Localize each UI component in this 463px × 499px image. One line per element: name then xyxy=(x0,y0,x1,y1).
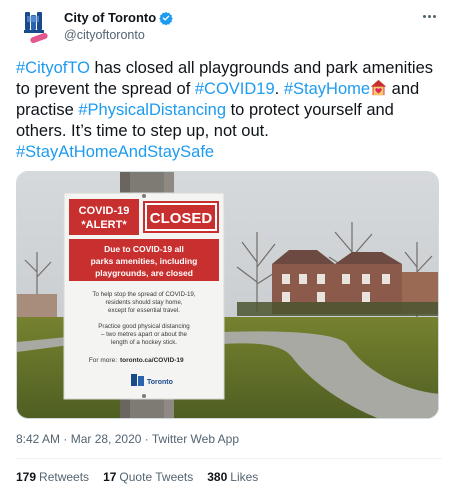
tweet-stats: 179 Retweets 17 Quote Tweets 380 Likes xyxy=(16,470,258,484)
tweet-meta: 8:42 AM · Mar 28, 2020 · Twitter Web App xyxy=(16,432,240,446)
verified-badge-icon xyxy=(159,11,173,25)
hashtag-link[interactable]: #CityofTO xyxy=(16,59,90,77)
sign-body2-line2: – two metres apart or about the xyxy=(101,331,188,338)
avatar[interactable] xyxy=(16,6,56,46)
sign-banner-line2: parks amenities, including xyxy=(91,256,198,266)
author-block: City of Toronto @cityoftoronto xyxy=(64,10,173,42)
tweet-time[interactable]: 8:42 AM xyxy=(16,432,60,446)
sign-alert-line2: *ALERT* xyxy=(81,219,127,231)
hashtag-link[interactable]: #StayHome xyxy=(284,80,370,98)
likes-stat[interactable]: 380 Likes xyxy=(207,470,258,484)
tweet-text: #CityofTO has closed all playgrounds and… xyxy=(16,58,436,163)
sign-more-link: toronto.ca/COVID-19 xyxy=(120,357,184,364)
retweets-stat[interactable]: 179 Retweets xyxy=(16,470,89,484)
divider xyxy=(16,458,442,459)
sign-alert-line1: COVID-19 xyxy=(79,205,130,217)
display-name[interactable]: City of Toronto xyxy=(64,10,156,25)
hashtag-link[interactable]: #COVID19 xyxy=(195,80,275,98)
sign-logo-text: Toronto xyxy=(147,379,173,386)
sign-more-label: For more: xyxy=(89,357,117,364)
tweet-date[interactable]: Mar 28, 2020 xyxy=(71,432,142,446)
tweet-card: City of Toronto @cityoftoronto #CityofTO… xyxy=(0,0,463,499)
hashtag-link[interactable]: #PhysicalDistancing xyxy=(78,101,226,119)
more-options-icon[interactable] xyxy=(423,10,441,22)
park-sign-photo: COVID-19 *ALERT* CLOSED Due to COVID-19 … xyxy=(17,172,438,418)
sign-body1-line3: except for essential travel. xyxy=(108,307,180,314)
sign-closed: CLOSED xyxy=(150,210,213,227)
sign-banner-line3: playgrounds, are closed xyxy=(95,268,193,278)
hashtag-link[interactable]: #StayAtHomeAndStaySafe xyxy=(16,143,214,161)
closure-sign: COVID-19 *ALERT* CLOSED Due to COVID-19 … xyxy=(63,192,225,400)
sign-banner-line1: Due to COVID-19 all xyxy=(104,244,184,254)
tweet-photo[interactable]: COVID-19 *ALERT* CLOSED Due to COVID-19 … xyxy=(16,171,439,419)
quote-tweets-stat[interactable]: 17 Quote Tweets xyxy=(103,470,193,484)
tweet-text-span: . xyxy=(274,80,284,98)
house-with-heart-icon xyxy=(370,79,387,96)
handle[interactable]: @cityoftoronto xyxy=(64,28,173,42)
sign-body1-line1: To help stop the spread of COVID-19, xyxy=(92,291,195,298)
sign-body2-line1: Practice good physical distancing xyxy=(98,323,190,330)
sign-body2-line3: length of a hockey stick. xyxy=(111,339,177,346)
tweet-source[interactable]: Twitter Web App xyxy=(152,432,239,446)
sign-body1-line2: residents should stay home, xyxy=(105,299,182,306)
city-of-toronto-logo-icon xyxy=(16,6,56,46)
